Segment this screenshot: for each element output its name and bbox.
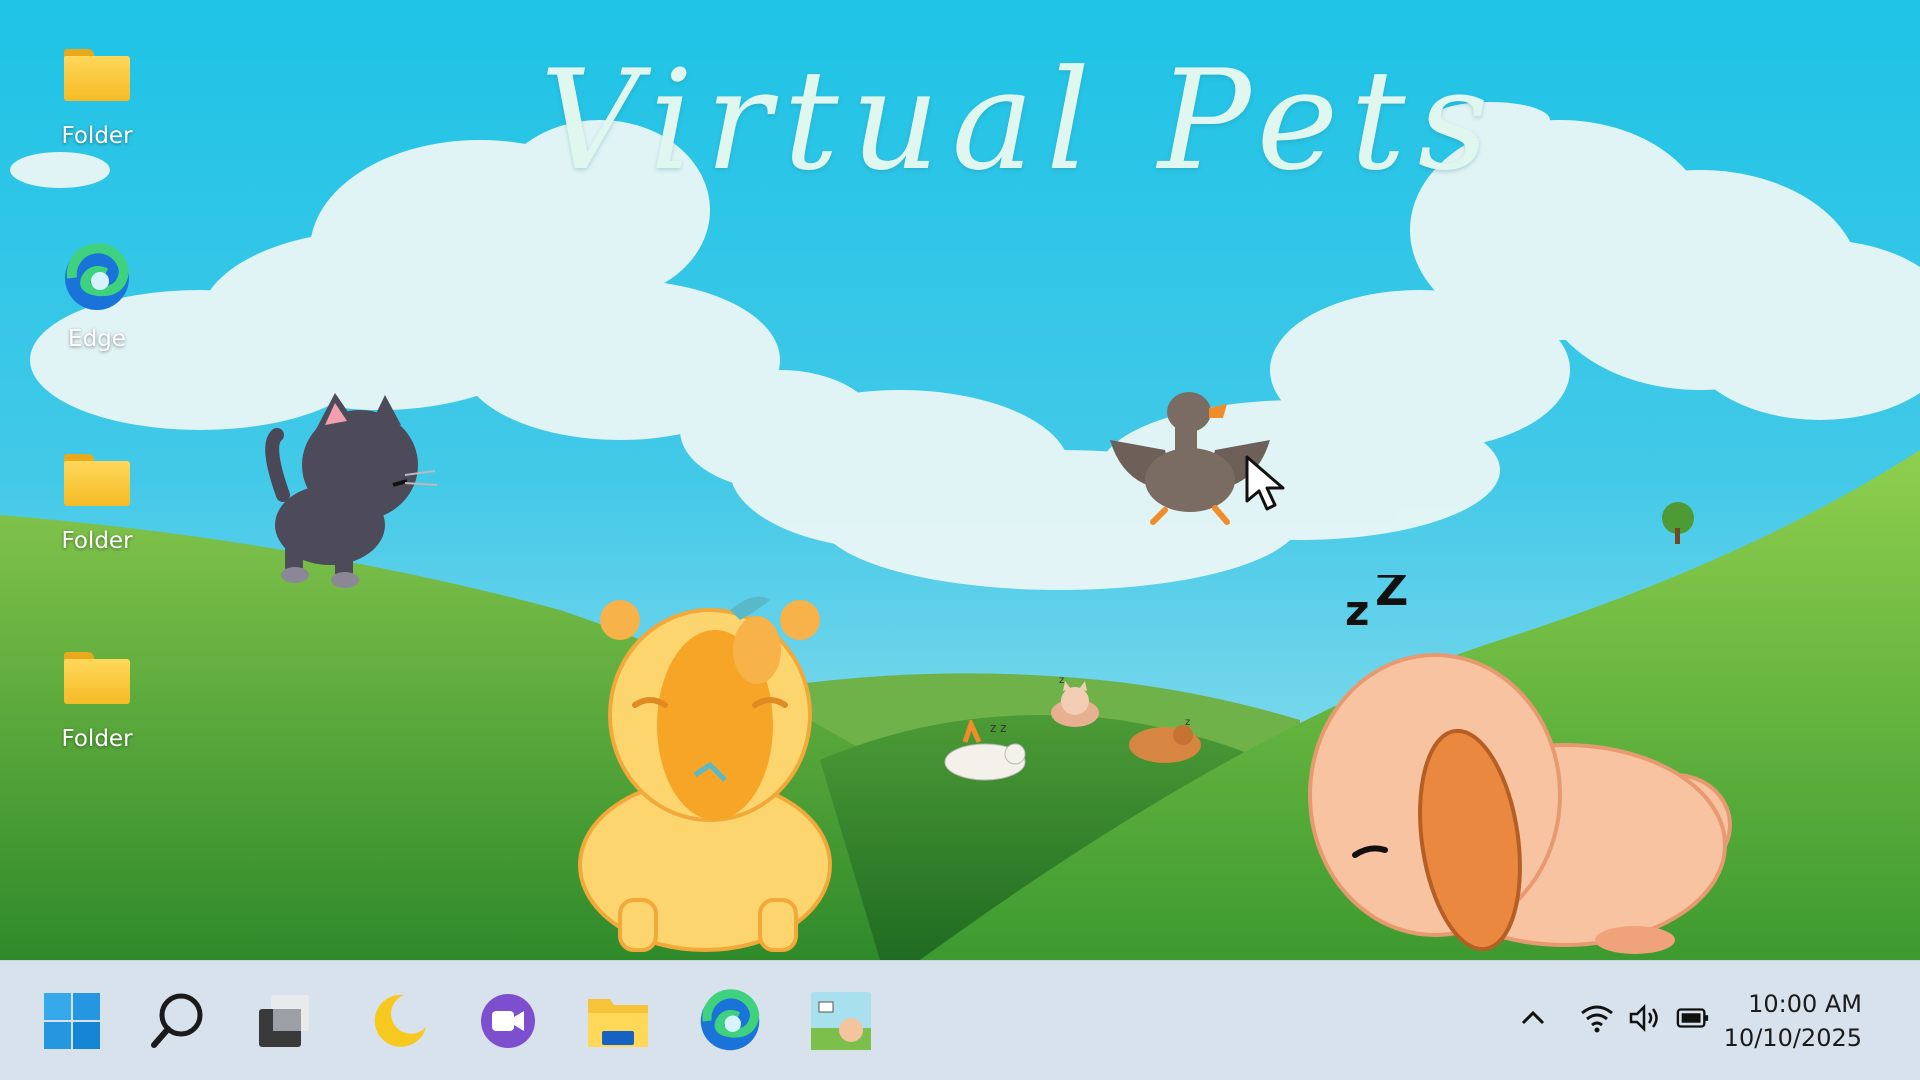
show-hidden-icons-button[interactable] <box>1516 1001 1550 1035</box>
pet-goose-small[interactable]: z z <box>935 717 1035 789</box>
svg-text:z: z <box>1059 675 1064 686</box>
battery-button[interactable] <box>1676 1001 1710 1035</box>
desktop-icon-label: Folder <box>61 528 133 554</box>
start-icon <box>44 993 100 1049</box>
video-app-icon <box>481 994 535 1048</box>
desktop-icon-label: Folder <box>61 726 133 752</box>
desktop-icon-folder-3[interactable]: Folder <box>37 638 157 752</box>
wifi-icon <box>1581 1005 1613 1033</box>
battery-icon <box>1676 1008 1709 1028</box>
svg-text:z: z <box>1185 717 1190 728</box>
desktop-icon-label: Edge <box>68 326 126 352</box>
puppy-sleep-z: z <box>1345 586 1369 635</box>
chevron-up-icon <box>1521 1010 1545 1025</box>
puppy-sleep-z: Z <box>1375 575 1408 616</box>
moon-app-icon <box>374 994 426 1047</box>
volume-icon <box>1629 1003 1658 1033</box>
desktop-icon-label: Folder <box>61 123 133 149</box>
pet-cat[interactable] <box>255 385 455 599</box>
wallpaper-title: Virtual Pets <box>540 40 1501 201</box>
folder-icon <box>37 638 157 718</box>
folder-icon <box>37 440 157 520</box>
desktop: Virtual Pets Folder Edge Folder Folder z… <box>0 0 1920 1080</box>
moon-app-button[interactable] <box>360 983 436 1059</box>
virtual-pets-app-button[interactable] <box>803 983 879 1059</box>
pet-capybara-small[interactable]: z <box>1125 715 1205 769</box>
edge-icon <box>37 238 157 318</box>
desktop-icon-edge[interactable]: Edge <box>37 238 157 352</box>
wifi-button[interactable] <box>1580 1001 1614 1035</box>
mouse-cursor-icon <box>1243 455 1293 519</box>
task-view-icon <box>259 995 309 1047</box>
pet-cat-small[interactable]: z <box>1047 675 1102 734</box>
taskbar: 10:00 AM 10/10/2025 <box>0 960 1920 1080</box>
file-explorer-icon <box>588 999 648 1047</box>
pet-puppy[interactable]: z Z <box>1295 562 1745 969</box>
desktop-icon-folder-1[interactable]: Folder <box>37 35 157 149</box>
task-view-button[interactable] <box>245 983 321 1059</box>
video-app-button[interactable] <box>470 983 546 1059</box>
volume-button[interactable] <box>1628 1001 1662 1035</box>
start-button[interactable] <box>34 983 110 1059</box>
edge-taskbar-button[interactable] <box>692 983 768 1059</box>
clock-date: 10/10/2025 <box>1723 1024 1862 1052</box>
system-clock[interactable]: 10:00 AM 10/10/2025 <box>1724 987 1862 1055</box>
virtual-pets-app-icon <box>811 992 871 1050</box>
clock-time: 10:00 AM <box>1748 990 1862 1018</box>
svg-text:z z: z z <box>990 721 1006 735</box>
folder-icon <box>37 35 157 115</box>
search-button[interactable] <box>140 983 216 1059</box>
desktop-icon-folder-2[interactable]: Folder <box>37 440 157 554</box>
pet-capybara[interactable] <box>565 590 855 964</box>
search-icon <box>151 993 203 1048</box>
edge-icon <box>700 989 760 1051</box>
file-explorer-button[interactable] <box>580 983 656 1059</box>
